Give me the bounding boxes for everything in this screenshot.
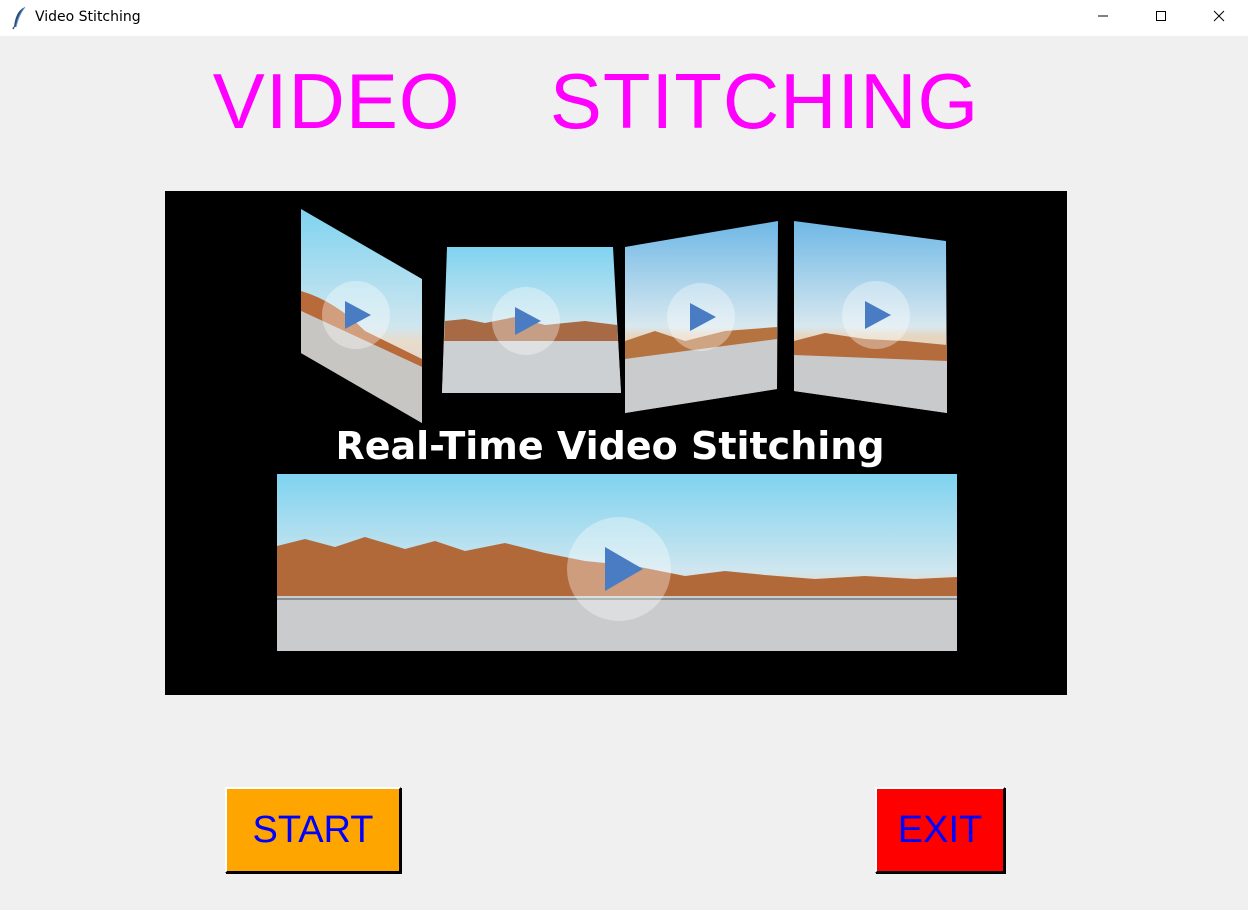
app-window: Video Stitching VIDEO STITCHING Real-Tim…: [0, 0, 1248, 910]
video-panel-2: [442, 247, 621, 393]
page-title: VIDEO STITCHING: [212, 57, 980, 145]
panorama-panel: [277, 474, 957, 651]
minimize-button[interactable]: [1074, 0, 1132, 36]
feather-icon: [10, 6, 30, 30]
window-title: Video Stitching: [35, 9, 141, 25]
maximize-icon: [1155, 9, 1167, 27]
close-button[interactable]: [1190, 0, 1248, 36]
video-panel-3: [625, 221, 778, 413]
banner-caption: Real-Time Video Stitching: [335, 424, 884, 468]
banner-image: Real-Time Video Stitching: [165, 191, 1067, 695]
maximize-button[interactable]: [1132, 0, 1190, 36]
video-panel-4: [794, 221, 947, 413]
minimize-icon: [1097, 9, 1109, 27]
title-bar[interactable]: Video Stitching: [0, 0, 1248, 36]
exit-button[interactable]: EXIT: [875, 787, 1005, 873]
start-button[interactable]: START: [225, 787, 401, 873]
close-icon: [1213, 9, 1225, 27]
video-panel-1: [301, 209, 422, 423]
window-controls: [1074, 0, 1248, 36]
